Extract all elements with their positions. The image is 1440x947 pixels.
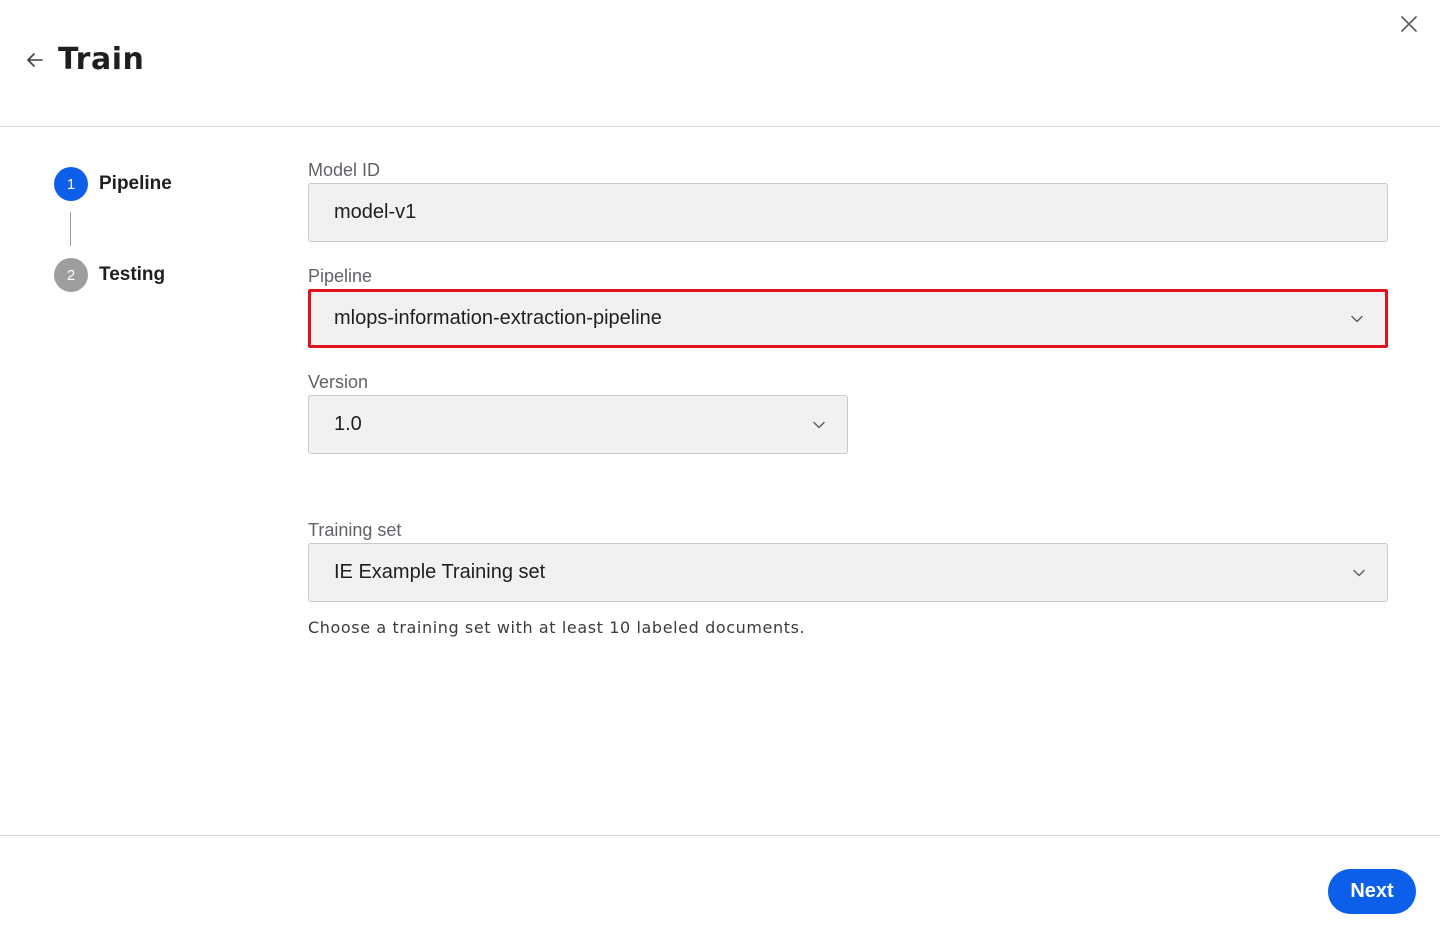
training-set-label: Training set	[308, 520, 402, 540]
step-pipeline[interactable]: 1 Pipeline	[54, 167, 172, 201]
pipeline-select[interactable]: mlops-information-extraction-pipeline	[308, 289, 1388, 348]
chevron-down-icon	[1353, 568, 1367, 578]
training-set-select[interactable]: IE Example Training set	[308, 543, 1388, 602]
pipeline-value: mlops-information-extraction-pipeline	[334, 307, 662, 329]
version-select[interactable]: 1.0	[308, 395, 848, 454]
pipeline-label: Pipeline	[308, 266, 373, 286]
model-id-label: Model ID	[308, 160, 381, 180]
page-title: Train	[58, 42, 145, 77]
model-id-value: model-v1	[334, 201, 417, 223]
training-set-helper-text: Choose a training set with at least 10 l…	[308, 618, 806, 637]
arrow-left-icon	[27, 52, 43, 72]
version-value: 1.0	[334, 413, 362, 435]
version-label: Version	[308, 372, 369, 392]
chevron-down-icon	[813, 420, 827, 430]
dialog-footer	[0, 835, 1440, 947]
next-button[interactable]: Next	[1328, 869, 1416, 914]
step-number-badge: 2	[54, 258, 88, 292]
training-set-value: IE Example Training set	[334, 561, 546, 583]
close-icon	[1400, 15, 1418, 38]
back-button[interactable]	[24, 51, 46, 73]
step-number-badge: 1	[54, 167, 88, 201]
chevron-down-icon	[1351, 314, 1365, 324]
step-testing[interactable]: 2 Testing	[54, 258, 165, 292]
step-connector	[70, 212, 71, 246]
dialog-header: Train	[0, 0, 1440, 127]
step-label: Pipeline	[99, 173, 172, 194]
close-button[interactable]	[1396, 13, 1422, 39]
step-label: Testing	[99, 264, 166, 285]
model-id-input[interactable]: model-v1	[308, 183, 1388, 242]
